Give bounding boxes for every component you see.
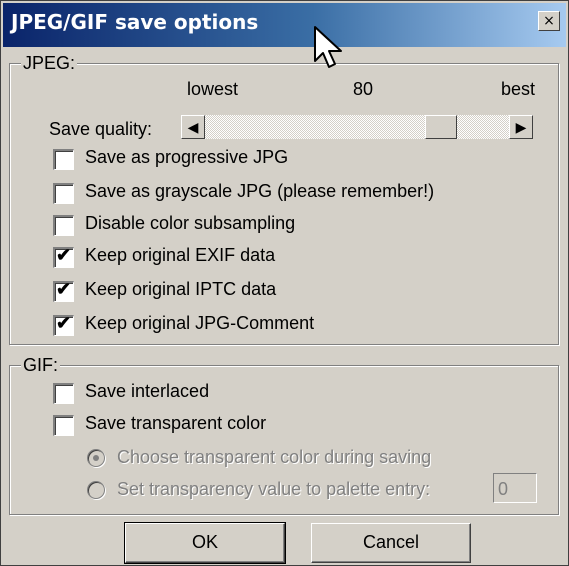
scale-lowest-label: lowest xyxy=(187,79,239,99)
chevron-left-icon[interactable]: ◀ xyxy=(181,115,205,139)
check-icon: ✔ xyxy=(56,245,72,265)
interlaced-label: Save interlaced xyxy=(85,381,210,401)
progressive-label: Save as progressive JPG xyxy=(85,147,289,167)
gif-group-legend: GIF: xyxy=(21,355,60,376)
close-button[interactable]: × xyxy=(538,11,560,31)
keep-comment-label: Keep original JPG-Comment xyxy=(85,313,315,333)
keep-exif-label: Keep original EXIF data xyxy=(85,245,276,265)
keep-iptc-checkbox[interactable]: ✔ xyxy=(53,279,74,302)
keep-iptc-label: Keep original IPTC data xyxy=(85,279,277,299)
radio-dot-icon xyxy=(93,455,99,461)
scale-value-label: 80 xyxy=(353,79,374,99)
slider-thumb[interactable] xyxy=(425,115,457,139)
palette-entry-field[interactable]: 0 xyxy=(493,473,537,503)
choose-transparent-label: Choose transparent color during saving xyxy=(117,447,432,467)
set-palette-entry-label: Set transparency value to palette entry: xyxy=(117,479,431,499)
interlaced-checkbox[interactable] xyxy=(53,383,74,404)
ok-button[interactable]: OK xyxy=(124,522,286,564)
save-quality-label: Save quality: xyxy=(49,119,153,139)
window-title: JPEG/GIF save options xyxy=(11,10,259,34)
set-palette-entry-radio[interactable] xyxy=(87,481,105,499)
mouse-cursor-icon xyxy=(314,26,342,68)
grayscale-label: Save as grayscale JPG (please remember!) xyxy=(85,181,435,201)
save-options-dialog: JPEG/GIF save options × JPEG: lowest 80 … xyxy=(0,0,569,566)
chevron-right-icon[interactable]: ▶ xyxy=(509,115,533,139)
disable-subsampling-checkbox[interactable] xyxy=(53,215,74,236)
scale-best-label: best xyxy=(501,79,536,99)
keep-comment-checkbox[interactable]: ✔ xyxy=(53,313,74,336)
check-icon: ✔ xyxy=(56,313,72,333)
save-quality-slider[interactable]: ◀ ▶ xyxy=(181,115,533,139)
disable-subsampling-label: Disable color subsampling xyxy=(85,213,296,233)
title-bar[interactable]: JPEG/GIF save options × xyxy=(3,3,566,47)
choose-transparent-radio[interactable] xyxy=(87,449,105,467)
transparent-label: Save transparent color xyxy=(85,413,267,433)
grayscale-checkbox[interactable] xyxy=(53,183,74,204)
jpeg-group xyxy=(9,63,559,345)
cancel-button[interactable]: Cancel xyxy=(311,523,471,563)
progressive-checkbox[interactable] xyxy=(53,149,74,170)
keep-exif-checkbox[interactable]: ✔ xyxy=(53,245,74,268)
jpeg-group-legend: JPEG: xyxy=(21,53,78,74)
transparent-checkbox[interactable] xyxy=(53,415,74,436)
check-icon: ✔ xyxy=(56,279,72,299)
